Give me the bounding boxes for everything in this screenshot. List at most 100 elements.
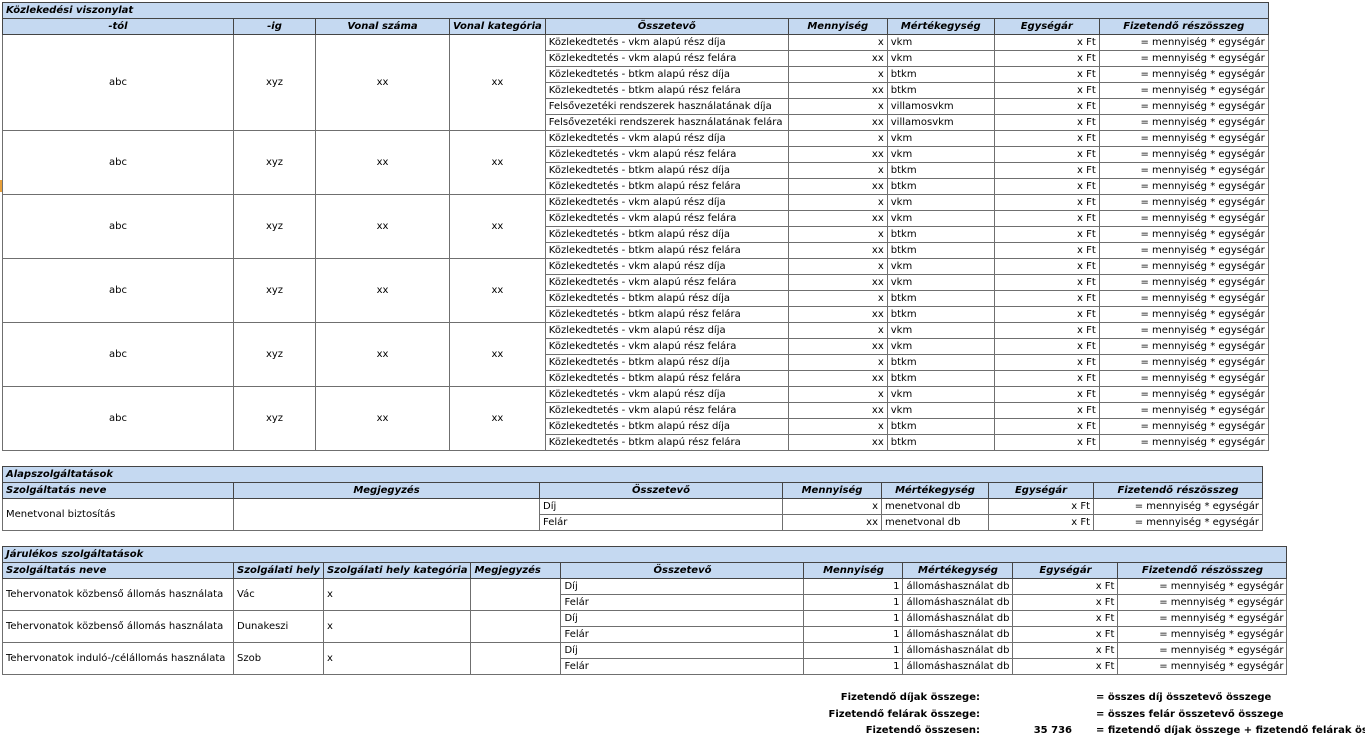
unit-cell[interactable]: állomáshasználat db	[902, 642, 1014, 659]
quantity-cell[interactable]: x	[787, 98, 888, 115]
unit-price-cell[interactable]: x Ft	[1012, 578, 1119, 595]
to-cell[interactable]: xyz	[233, 34, 316, 131]
quantity-cell[interactable]: x	[787, 130, 888, 147]
unit-price-cell[interactable]: x Ft	[993, 66, 1100, 83]
subtotal-cell[interactable]: = mennyiség * egységár	[1098, 82, 1269, 99]
unit-price-cell[interactable]: x Ft	[993, 50, 1100, 67]
column-header[interactable]: Szolgáltatás neve	[2, 562, 234, 579]
line-number-cell[interactable]: xx	[315, 322, 450, 387]
subtotal-cell[interactable]: = mennyiség * egységár	[1098, 258, 1269, 275]
unit-cell[interactable]: btkm	[886, 306, 995, 323]
column-header[interactable]: Összetevő	[544, 18, 789, 35]
unit-price-cell[interactable]: x Ft	[993, 98, 1100, 115]
quantity-cell[interactable]: x	[782, 498, 882, 515]
unit-cell[interactable]: btkm	[886, 434, 995, 451]
subtotal-cell[interactable]: = mennyiség * egységár	[1093, 514, 1263, 531]
unit-cell[interactable]: vkm	[886, 146, 995, 163]
place-category-cell[interactable]: x	[322, 642, 472, 675]
subtotal-cell[interactable]: = mennyiség * egységár	[1098, 210, 1269, 227]
column-header[interactable]: Vonal kategória	[449, 18, 546, 35]
quantity-cell[interactable]: 1	[803, 610, 904, 627]
subtotal-cell[interactable]: = mennyiség * egységár	[1098, 130, 1269, 147]
component-cell[interactable]: Felsővezetéki rendszerek használatának d…	[544, 98, 789, 115]
unit-cell[interactable]: vkm	[886, 194, 995, 211]
unit-price-cell[interactable]: x Ft	[1012, 626, 1119, 643]
unit-price-cell[interactable]: x Ft	[993, 418, 1100, 435]
unit-cell[interactable]: vkm	[886, 210, 995, 227]
subtotal-cell[interactable]: = mennyiség * egységár	[1117, 578, 1288, 595]
subtotal-cell[interactable]: = mennyiség * egységár	[1098, 98, 1269, 115]
quantity-cell[interactable]: 1	[803, 594, 904, 611]
service-name-cell[interactable]: Tehervonatok induló-/célállomás használa…	[2, 642, 234, 675]
subtotal-cell[interactable]: = mennyiség * egységár	[1098, 146, 1269, 163]
from-cell[interactable]: abc	[2, 386, 234, 451]
component-cell[interactable]: Közlekedtetés - vkm alapú rész felára	[544, 274, 789, 291]
component-cell[interactable]: Közlekedtetés - vkm alapú rész díja	[544, 386, 789, 403]
component-cell[interactable]: Közlekedtetés - vkm alapú rész díja	[544, 34, 789, 51]
unit-cell[interactable]: állomáshasználat db	[902, 594, 1014, 611]
component-cell[interactable]: Díj	[560, 610, 805, 627]
unit-price-cell[interactable]: x Ft	[988, 514, 1094, 531]
note-cell[interactable]	[233, 498, 540, 531]
quantity-cell[interactable]: 1	[803, 578, 904, 595]
column-header[interactable]: Fizetendő részösszeg	[1098, 18, 1269, 35]
line-category-cell[interactable]: xx	[449, 258, 546, 323]
subtotal-cell[interactable]: = mennyiség * egységár	[1117, 610, 1288, 627]
quantity-cell[interactable]: xx	[787, 402, 888, 419]
subtotal-cell[interactable]: = mennyiség * egységár	[1117, 626, 1288, 643]
unit-price-cell[interactable]: x Ft	[993, 306, 1100, 323]
component-cell[interactable]: Közlekedtetés - btkm alapú rész díja	[544, 66, 789, 83]
component-cell[interactable]: Közlekedtetés - btkm alapú rész felára	[544, 306, 789, 323]
subtotal-cell[interactable]: = mennyiség * egységár	[1117, 642, 1288, 659]
component-cell[interactable]: Közlekedtetés - btkm alapú rész felára	[544, 178, 789, 195]
line-number-cell[interactable]: xx	[315, 194, 450, 259]
unit-cell[interactable]: vkm	[886, 274, 995, 291]
subtotal-cell[interactable]: = mennyiség * egységár	[1098, 370, 1269, 387]
quantity-cell[interactable]: xx	[787, 114, 888, 131]
unit-cell[interactable]: vkm	[886, 322, 995, 339]
subtotal-cell[interactable]: = mennyiség * egységár	[1098, 194, 1269, 211]
service-place-cell[interactable]: Szob	[233, 642, 324, 675]
quantity-cell[interactable]: xx	[787, 370, 888, 387]
column-header[interactable]: Összetevő	[560, 562, 805, 579]
unit-cell[interactable]: btkm	[886, 178, 995, 195]
component-cell[interactable]: Közlekedtetés - btkm alapú rész díja	[544, 418, 789, 435]
column-header[interactable]: Egységár	[993, 18, 1100, 35]
to-cell[interactable]: xyz	[233, 322, 316, 387]
unit-price-cell[interactable]: x Ft	[993, 258, 1100, 275]
component-cell[interactable]: Felár	[539, 514, 783, 531]
unit-price-cell[interactable]: x Ft	[993, 162, 1100, 179]
subtotal-cell[interactable]: = mennyiség * egységár	[1098, 50, 1269, 67]
quantity-cell[interactable]: x	[787, 162, 888, 179]
component-cell[interactable]: Felár	[560, 594, 805, 611]
unit-price-cell[interactable]: x Ft	[993, 434, 1100, 451]
subtotal-cell[interactable]: = mennyiség * egységár	[1098, 386, 1269, 403]
note-cell[interactable]	[470, 578, 562, 611]
subtotal-cell[interactable]: = mennyiség * egységár	[1098, 306, 1269, 323]
unit-price-cell[interactable]: x Ft	[993, 354, 1100, 371]
unit-cell[interactable]: vkm	[886, 258, 995, 275]
unit-price-cell[interactable]: x Ft	[1012, 658, 1119, 675]
note-cell[interactable]	[470, 642, 562, 675]
component-cell[interactable]: Közlekedtetés - vkm alapú rész felára	[544, 402, 789, 419]
column-header[interactable]: Szolgálati hely	[233, 562, 324, 579]
unit-cell[interactable]: villamosvkm	[886, 98, 995, 115]
column-header[interactable]: Megjegyzés	[233, 482, 540, 499]
unit-cell[interactable]: vkm	[886, 386, 995, 403]
subtotal-cell[interactable]: = mennyiség * egységár	[1098, 402, 1269, 419]
quantity-cell[interactable]: x	[787, 290, 888, 307]
quantity-cell[interactable]: xx	[787, 306, 888, 323]
to-cell[interactable]: xyz	[233, 258, 316, 323]
unit-cell[interactable]: btkm	[886, 226, 995, 243]
unit-price-cell[interactable]: x Ft	[993, 370, 1100, 387]
component-cell[interactable]: Közlekedtetés - vkm alapú rész díja	[544, 194, 789, 211]
unit-cell[interactable]: menetvonal db	[881, 514, 989, 531]
quantity-cell[interactable]: x	[787, 34, 888, 51]
component-cell[interactable]: Díj	[560, 642, 805, 659]
component-cell[interactable]: Díj	[539, 498, 783, 515]
quantity-cell[interactable]: x	[787, 258, 888, 275]
service-name-cell[interactable]: Menetvonal biztosítás	[2, 498, 234, 531]
column-header[interactable]: Mértékegység	[886, 18, 995, 35]
column-header[interactable]: Mennyiség	[803, 562, 904, 579]
unit-price-cell[interactable]: x Ft	[993, 402, 1100, 419]
